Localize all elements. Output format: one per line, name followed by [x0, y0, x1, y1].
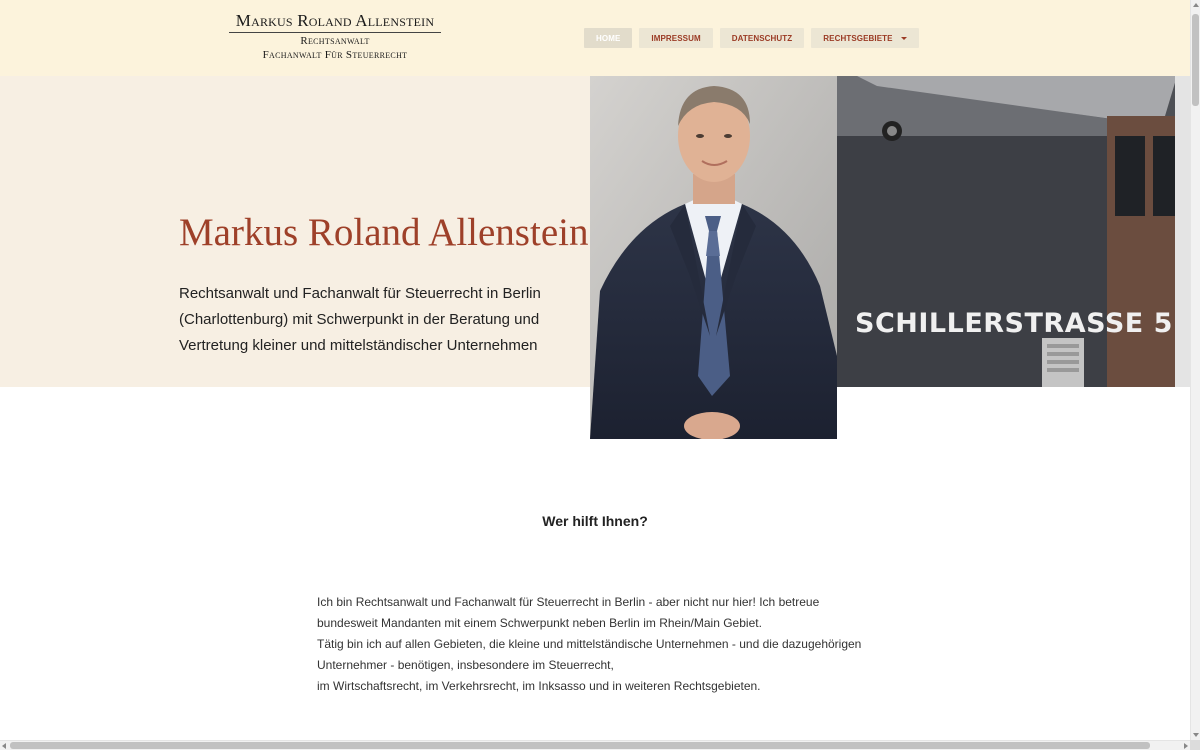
site-header: Markus Roland Allenstein Rechtsanwalt Fa…: [0, 0, 1190, 76]
intro-paragraph-2: Tätig bin ich auf allen Gebieten, die kl…: [317, 637, 862, 672]
scroll-right-icon[interactable]: [1184, 743, 1188, 749]
vertical-scrollbar[interactable]: [1190, 0, 1200, 740]
section-title: Wer hilft Ihnen?: [542, 513, 648, 529]
nav-datenschutz-label: DATENSCHUTZ: [731, 33, 793, 43]
site-logo[interactable]: Markus Roland Allenstein Rechtsanwalt Fa…: [229, 10, 441, 62]
hero-title: Markus Roland Allenstein: [179, 211, 589, 254]
logo-subtitle-2: Fachanwalt Für Steuerrecht: [262, 49, 408, 61]
intro-paragraph-1: Ich bin Rechtsanwalt und Fachanwalt für …: [317, 595, 820, 630]
logo-name: Markus Roland Allenstein: [229, 10, 441, 33]
nav-impressum[interactable]: IMPRESSUM: [639, 28, 713, 48]
building-sign: SCHILLERSTRASSE 5: [855, 308, 1173, 339]
intro-text: Ich bin Rechtsanwalt und Fachanwalt für …: [317, 592, 877, 697]
vertical-scroll-thumb[interactable]: [1192, 14, 1199, 106]
scroll-left-icon[interactable]: [2, 743, 6, 749]
horizontal-scroll-thumb[interactable]: [10, 742, 1150, 749]
horizontal-scrollbar[interactable]: [0, 740, 1190, 750]
intro-paragraph-3: im Wirtschaftsrecht, im Verkehrsrecht, i…: [317, 679, 761, 693]
nav-rechtsgebiete[interactable]: RECHTSGEBIETE: [811, 28, 919, 48]
nav-rechtsgebiete-label: RECHTSGEBIETE: [823, 33, 893, 43]
building-photo: SCHILLERSTRASSE 5: [837, 76, 1190, 387]
nav-home[interactable]: HOME: [584, 28, 633, 48]
caret-down-icon: [900, 36, 907, 40]
hero-text: Rechtsanwalt und Fachanwalt für Steuerre…: [179, 285, 541, 354]
nav-datenschutz[interactable]: DATENSCHUTZ: [719, 28, 805, 48]
nav-impressum-label: IMPRESSUM: [651, 33, 701, 43]
scrollbar-corner: [1190, 740, 1200, 750]
portrait-photo: [590, 76, 837, 439]
scroll-up-icon[interactable]: [1193, 3, 1199, 7]
nav-home-label: HOME: [596, 33, 621, 43]
scroll-down-icon[interactable]: [1193, 733, 1199, 737]
main-nav: HOME IMPRESSUM DATENSCHUTZ RECHTSGEBIETE: [584, 28, 919, 48]
logo-subtitle-1: Rechtsanwalt: [300, 35, 370, 47]
